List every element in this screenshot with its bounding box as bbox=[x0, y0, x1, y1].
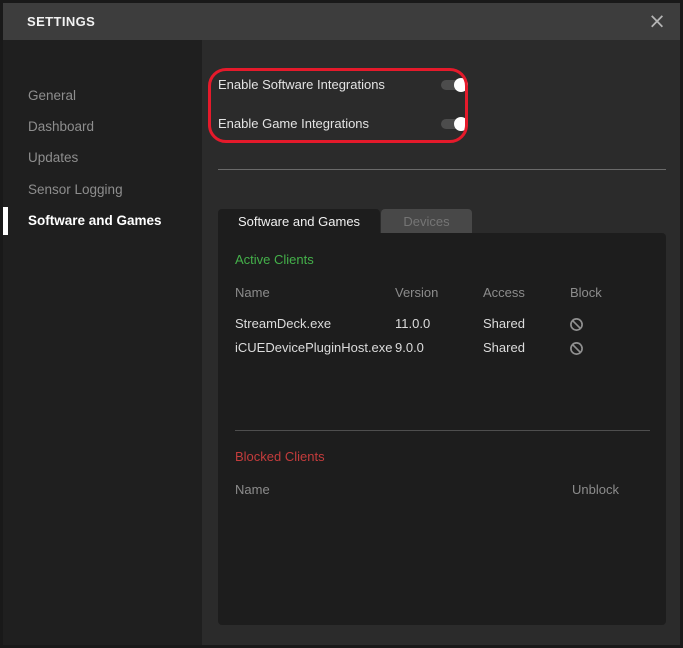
software-integrations-row: Enable Software Integrations bbox=[218, 76, 385, 94]
clients-divider bbox=[235, 430, 650, 431]
block-client-icon[interactable] bbox=[568, 316, 585, 333]
blocked-clients-header-row: Name Unblock bbox=[218, 481, 666, 499]
column-header-access: Access bbox=[483, 284, 525, 302]
sidebar-item-label: Software and Games bbox=[28, 213, 162, 228]
game-integrations-label: Enable Game Integrations bbox=[218, 116, 369, 131]
active-clients-header-row: Name Version Access Block bbox=[218, 284, 666, 302]
settings-sidebar: General Dashboard Updates Sensor Logging… bbox=[3, 40, 202, 645]
active-item-indicator bbox=[3, 207, 8, 235]
sidebar-item-general[interactable]: General bbox=[3, 80, 202, 112]
sidebar-item-updates[interactable]: Updates bbox=[3, 142, 202, 174]
column-header-version: Version bbox=[395, 284, 438, 302]
software-integrations-label: Enable Software Integrations bbox=[218, 77, 385, 92]
tab-devices[interactable]: Devices bbox=[381, 209, 472, 233]
client-access: Shared bbox=[483, 339, 525, 357]
table-row: StreamDeck.exe 11.0.0 Shared bbox=[218, 315, 666, 333]
titlebar: SETTINGS × bbox=[3, 3, 680, 40]
section-divider bbox=[218, 169, 666, 170]
tab-software-and-games[interactable]: Software and Games bbox=[218, 209, 380, 233]
client-version: 11.0.0 bbox=[395, 315, 430, 333]
client-access: Shared bbox=[483, 315, 525, 333]
column-header-unblock: Unblock bbox=[572, 481, 619, 499]
column-header-block: Block bbox=[570, 284, 602, 302]
toggle-knob bbox=[454, 117, 468, 131]
client-name: StreamDeck.exe bbox=[235, 315, 331, 333]
sidebar-item-dashboard[interactable]: Dashboard bbox=[3, 111, 202, 143]
table-row: iCUEDevicePluginHost.exe 9.0.0 Shared bbox=[218, 339, 666, 357]
window-title: SETTINGS bbox=[27, 3, 95, 40]
software-and-games-panel: Active Clients Name Version Access Block… bbox=[218, 233, 666, 625]
active-clients-title: Active Clients bbox=[235, 252, 314, 268]
sidebar-item-software-and-games[interactable]: Software and Games bbox=[3, 205, 202, 237]
software-integrations-toggle[interactable] bbox=[441, 78, 468, 92]
toggle-knob bbox=[454, 78, 468, 92]
game-integrations-toggle[interactable] bbox=[441, 117, 468, 131]
settings-window: SETTINGS × General Dashboard Updates Sen… bbox=[0, 0, 683, 648]
client-name: iCUEDevicePluginHost.exe bbox=[235, 339, 393, 357]
client-version: 9.0.0 bbox=[395, 339, 424, 357]
sidebar-item-sensor-logging[interactable]: Sensor Logging bbox=[3, 174, 202, 206]
column-header-name: Name bbox=[235, 284, 270, 302]
settings-main-panel: Enable Software Integrations Enable Game… bbox=[202, 40, 680, 645]
column-header-name: Name bbox=[235, 481, 270, 499]
block-client-icon[interactable] bbox=[568, 340, 585, 357]
close-icon[interactable]: × bbox=[642, 6, 672, 36]
blocked-clients-title: Blocked Clients bbox=[235, 449, 325, 465]
game-integrations-row: Enable Game Integrations bbox=[218, 115, 369, 133]
